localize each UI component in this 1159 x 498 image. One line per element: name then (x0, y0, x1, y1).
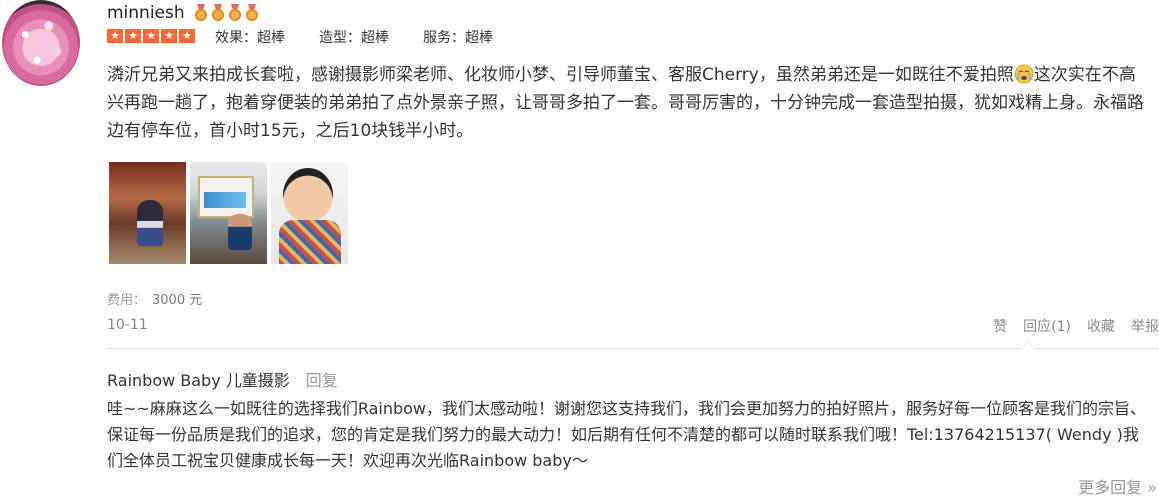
star-icon: ★ (143, 29, 159, 43)
merchant-name[interactable]: Rainbow Baby 儿童摄影 (107, 371, 290, 390)
favorite-button[interactable]: 收藏 (1087, 316, 1115, 336)
sub-ratings: 效果：超棒 造型：超棒 服务：超棒 (215, 27, 527, 47)
star-rating: ★ ★ ★ ★ ★ (107, 29, 195, 43)
reply-tag: 回复 (305, 371, 338, 390)
medal-icon (228, 4, 242, 22)
reply-button[interactable]: 回应(1) (1023, 316, 1071, 336)
rating-effect: 效果：超棒 (215, 30, 285, 46)
review-date: 10-11 (107, 317, 148, 333)
review-photo-1[interactable] (109, 162, 186, 264)
star-icon: ★ (161, 29, 177, 43)
review-photo-3[interactable] (271, 162, 348, 264)
medal-icon (194, 4, 208, 22)
review-text: 潾沂兄弟又来拍成长套啦，感谢摄影师梁老师、化妆师小梦、引导师董宝、客服Cherr… (107, 61, 1147, 145)
cost: 费用： 3000 元 (107, 289, 202, 308)
divider (107, 348, 1159, 349)
review-photo-2[interactable] (190, 162, 267, 264)
rating-service: 服务：超棒 (423, 30, 493, 46)
review-text-part1: 潾沂兄弟又来拍成长套啦，感谢摄影师梁老师、化妆师小梦、引导师董宝、客服Cherr… (107, 65, 1014, 85)
user-avatar[interactable] (2, 0, 80, 86)
star-icon: ★ (179, 29, 195, 43)
like-button[interactable]: 赞 (993, 316, 1007, 336)
rating-styling: 造型：超棒 (319, 30, 389, 46)
merchant-reply-text: 哇~~麻麻这么一如既往的选择我们Rainbow，我们太感动啦！谢谢您这支持我们，… (107, 399, 1147, 470)
cost-label: 费用： (107, 293, 147, 308)
review-actions: 赞 回应(1) 收藏 举报 (977, 316, 1159, 336)
review-photos (109, 162, 348, 264)
crying-face-icon (1014, 64, 1034, 84)
username[interactable]: minniesh (107, 3, 185, 23)
medal-icon (245, 4, 259, 22)
merchant-reply-header: Rainbow Baby 儿童摄影 回复 (107, 367, 338, 391)
report-button[interactable]: 举报 (1131, 316, 1159, 336)
more-replies-link[interactable]: 更多回复 » (1078, 474, 1157, 498)
reply-caret (1020, 341, 1036, 349)
medal-icon (211, 4, 225, 22)
cost-value: 3000 元 (152, 293, 203, 308)
star-icon: ★ (107, 29, 123, 43)
star-icon: ★ (125, 29, 141, 43)
user-level-medals (194, 4, 259, 22)
